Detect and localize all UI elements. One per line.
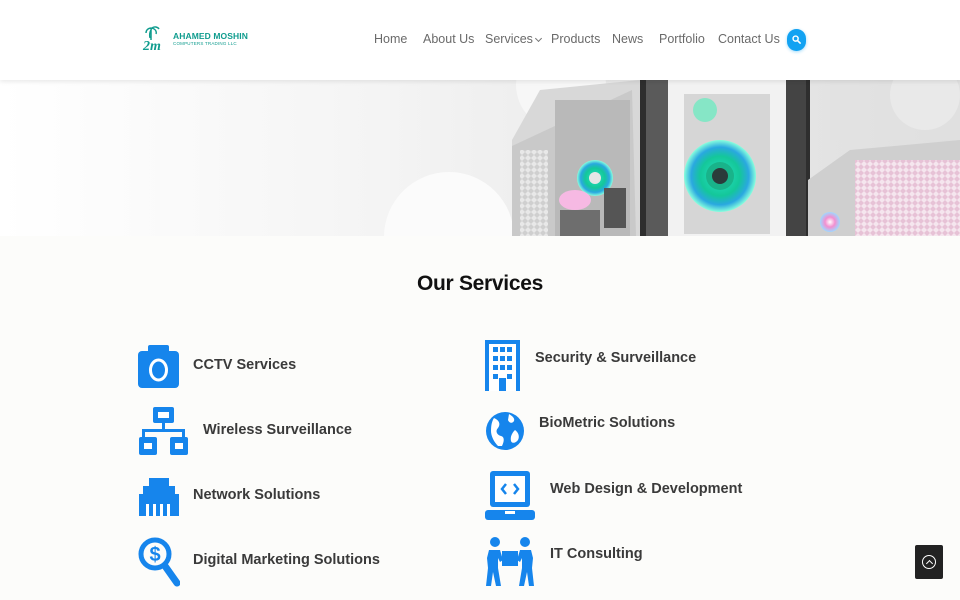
nav-home[interactable]: Home: [374, 32, 407, 46]
svg-text:$: $: [149, 544, 160, 566]
nav-services-label: Services: [485, 32, 533, 46]
nav-news[interactable]: News: [612, 32, 643, 46]
nav-contact-us[interactable]: Contact Us: [718, 32, 780, 46]
service-security-surveillance[interactable]: Security & Surveillance: [535, 350, 696, 366]
globe-icon: [486, 412, 524, 450]
hero-banner: [0, 80, 960, 236]
service-web-design[interactable]: Web Design & Development: [550, 481, 742, 497]
logo-mark-icon: 2m: [142, 26, 161, 52]
ethernet-icon: [139, 478, 179, 516]
brand-subtitle: COMPUTERS TRADING LLC: [173, 41, 237, 46]
svg-text:2m: 2m: [142, 39, 161, 52]
people-carry-icon: [486, 537, 534, 586]
chevron-down-icon: [534, 34, 542, 43]
search-dollar-icon: $: [138, 537, 180, 587]
service-wireless-surveillance[interactable]: Wireless Surveillance: [203, 422, 352, 438]
building-icon: [485, 340, 520, 391]
service-network-solutions[interactable]: Network Solutions: [193, 487, 320, 503]
site-header: 2m AHAMED MOSHIN COMPUTERS TRADING LLC H…: [0, 0, 960, 80]
scroll-to-top-button[interactable]: [915, 545, 943, 579]
nav-portfolio[interactable]: Portfolio: [659, 32, 705, 46]
nav-about-us[interactable]: About Us: [423, 32, 474, 46]
search-icon: [792, 35, 801, 44]
search-button[interactable]: [787, 29, 806, 51]
nav-services[interactable]: Services: [485, 32, 542, 46]
service-digital-marketing[interactable]: Digital Marketing Solutions: [193, 552, 380, 568]
section-title: Our Services: [417, 272, 543, 295]
service-cctv[interactable]: CCTV Services: [193, 357, 296, 373]
hero-pc-cases-image: [512, 80, 960, 236]
brand-name: AHAMED MOSHIN: [173, 30, 248, 41]
camera-icon: [138, 345, 179, 388]
nav-products[interactable]: Products: [551, 32, 600, 46]
service-it-consulting[interactable]: IT Consulting: [550, 546, 643, 562]
service-biometric[interactable]: BioMetric Solutions: [539, 415, 675, 431]
laptop-code-icon: [485, 471, 535, 520]
brand-logo[interactable]: 2m AHAMED MOSHIN COMPUTERS TRADING LLC: [142, 26, 248, 52]
network-icon: [139, 407, 188, 455]
